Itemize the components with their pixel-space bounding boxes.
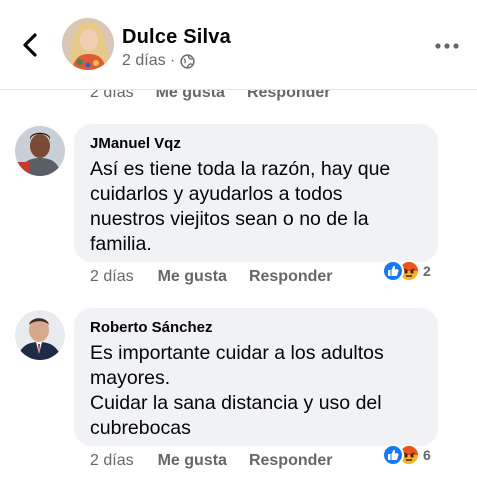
post-time: 2 días · <box>122 52 176 69</box>
comment-time: 2 días <box>90 268 134 285</box>
reaction-summary[interactable]: 6 <box>382 444 431 466</box>
more-options-icon[interactable] <box>432 36 462 56</box>
back-arrow-icon[interactable] <box>18 30 44 60</box>
like-icon <box>382 260 404 282</box>
reply-button[interactable]: Responder <box>249 268 333 286</box>
comment-text: Es importante cuidar a los adultos mayor… <box>90 342 384 439</box>
reaction-count: 6 <box>423 447 431 463</box>
commenter-avatar[interactable] <box>15 126 65 176</box>
comment-bubble[interactable]: JManuel Vqz Así es tiene toda la razón, … <box>74 124 438 262</box>
reaction-summary[interactable]: 2 <box>382 260 431 282</box>
post-header: Dulce Silva 2 días · <box>0 0 477 90</box>
commenter-avatar[interactable] <box>15 310 65 360</box>
post-meta: 2 días · <box>122 52 195 70</box>
like-button[interactable]: Me gusta <box>158 268 227 286</box>
like-icon <box>382 444 404 466</box>
commenter-name[interactable]: JManuel Vqz <box>90 134 424 154</box>
comment-actions: 2 días Me gusta Responder <box>90 268 333 286</box>
commenter-name[interactable]: Roberto Sánchez <box>90 318 424 338</box>
globe-icon <box>180 53 195 69</box>
comment-actions: 2 días Me gusta Responder <box>90 452 333 470</box>
reaction-count: 2 <box>423 263 431 279</box>
author-avatar[interactable] <box>62 18 114 70</box>
comment-time: 2 días <box>90 452 134 469</box>
like-button[interactable]: Me gusta <box>158 452 227 470</box>
comment-bubble[interactable]: Roberto Sánchez Es importante cuidar a l… <box>74 308 438 446</box>
author-name[interactable]: Dulce Silva <box>122 26 231 49</box>
comment-text: Así es tiene toda la razón, hay que cuid… <box>90 158 391 255</box>
reply-button[interactable]: Responder <box>249 452 333 470</box>
